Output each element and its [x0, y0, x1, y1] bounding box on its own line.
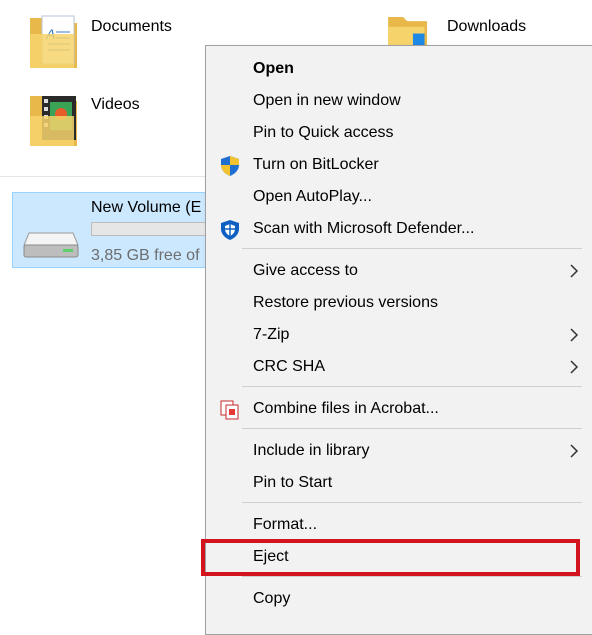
menu-item-pin-start[interactable]: Pin to Start: [206, 468, 592, 498]
chevron-right-icon: [570, 360, 579, 374]
menu-item-crc-sha[interactable]: CRC SHA: [206, 352, 592, 382]
eject-highlight-box: [201, 539, 580, 576]
menu-item-7zip[interactable]: 7-Zip: [206, 320, 592, 350]
menu-item-defender[interactable]: Scan with Microsoft Defender...: [206, 214, 592, 244]
menu-item-open-new-window[interactable]: Open in new window: [206, 86, 592, 116]
drive-name: New Volume (E: [91, 199, 202, 216]
menu-separator: [242, 386, 582, 387]
menu-label: Combine files in Acrobat...: [253, 400, 439, 417]
chevron-right-icon: [570, 444, 579, 458]
menu-separator: [242, 248, 582, 249]
menu-label: Format...: [253, 516, 318, 533]
menu-label: Pin to Quick access: [253, 124, 394, 141]
shield-icon: [221, 156, 239, 176]
folder-documents[interactable]: A Documents: [28, 12, 228, 74]
defender-shield-icon: [221, 220, 239, 240]
menu-separator: [242, 428, 582, 429]
drive-icon: [23, 232, 79, 258]
menu-item-format[interactable]: Format...: [206, 510, 592, 540]
folder-icon: A: [30, 15, 77, 68]
folder-label: Documents: [91, 18, 172, 35]
chevron-right-icon: [570, 328, 579, 342]
menu-label: Give access to: [253, 262, 358, 279]
menu-label: Open AutoPlay...: [253, 188, 372, 205]
chevron-right-icon: [570, 264, 579, 278]
menu-label: Turn on BitLocker: [253, 156, 379, 173]
menu-label: Open in new window: [253, 92, 401, 109]
section-divider: [0, 176, 206, 177]
menu-label: Scan with Microsoft Defender...: [253, 220, 475, 237]
menu-item-copy[interactable]: Copy: [206, 584, 592, 614]
menu-item-restore-versions[interactable]: Restore previous versions: [206, 288, 592, 318]
menu-separator: [242, 502, 582, 503]
menu-item-give-access[interactable]: Give access to: [206, 256, 592, 286]
folder-icon: [30, 96, 77, 146]
menu-label: Include in library: [253, 442, 370, 459]
menu-item-include-library[interactable]: Include in library: [206, 436, 592, 466]
menu-label: Open: [253, 60, 294, 77]
menu-item-open[interactable]: Open: [206, 54, 592, 84]
drive-free-space: 3,85 GB free of: [91, 247, 200, 264]
menu-label: CRC SHA: [253, 358, 326, 375]
folder-videos[interactable]: Videos: [28, 90, 206, 152]
menu-label: Restore previous versions: [253, 294, 438, 311]
menu-item-pin-quick-access[interactable]: Pin to Quick access: [206, 118, 592, 148]
menu-item-autoplay[interactable]: Open AutoPlay...: [206, 182, 592, 212]
folder-label: Downloads: [447, 18, 527, 35]
folder-label: Videos: [91, 96, 140, 113]
acrobat-icon: [220, 400, 239, 420]
menu-label: 7-Zip: [253, 326, 290, 343]
menu-item-bitlocker[interactable]: Turn on BitLocker: [206, 150, 592, 180]
menu-separator: [242, 576, 582, 577]
menu-label: Copy: [253, 590, 291, 607]
menu-label: Pin to Start: [253, 474, 333, 491]
menu-item-combine-acrobat[interactable]: Combine files in Acrobat...: [206, 394, 592, 424]
drive-new-volume[interactable]: New Volume (E 3,85 GB free of: [12, 192, 231, 268]
